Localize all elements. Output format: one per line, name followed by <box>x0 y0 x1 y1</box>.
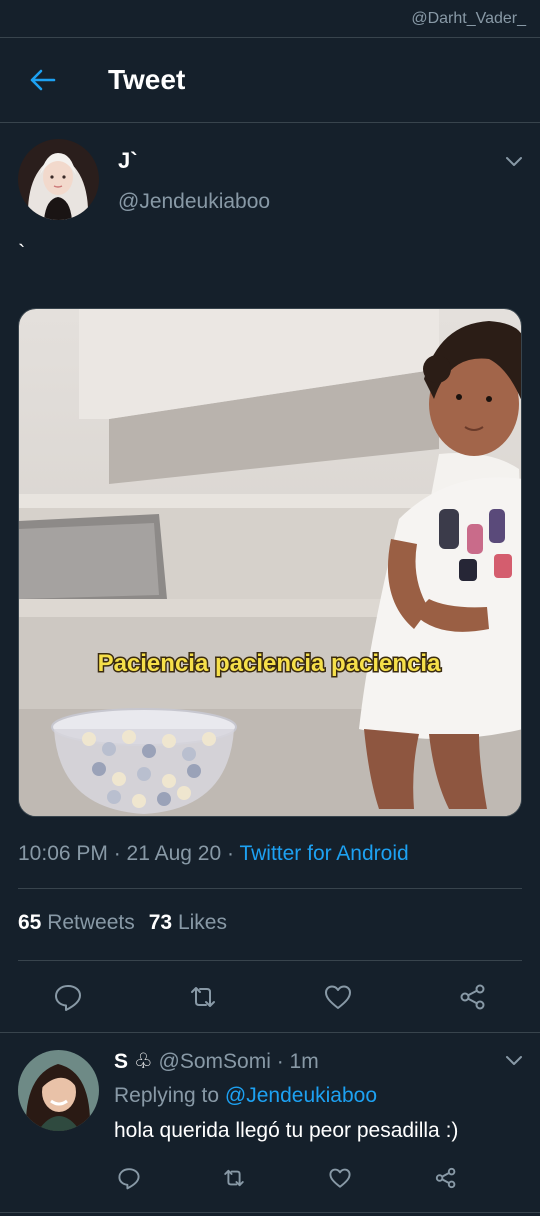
reply-author-handle[interactable]: @SomSomi <box>159 1050 271 1073</box>
reply-text: hola querida llegó tu peor pesadilla :) <box>114 1119 459 1142</box>
reply-actions <box>0 1160 540 1196</box>
replying-to-mention[interactable]: @Jendeukiaboo <box>225 1084 377 1107</box>
like-heart-icon[interactable] <box>323 982 353 1012</box>
likes-count: 73 <box>148 911 173 934</box>
back-arrow-icon[interactable] <box>28 68 56 92</box>
tweet-actions <box>0 978 540 1018</box>
author-avatar[interactable] <box>18 139 99 220</box>
author-name[interactable]: J` <box>118 148 138 174</box>
reply-icon[interactable] <box>53 982 83 1012</box>
chevron-down-icon[interactable] <box>505 156 523 168</box>
retweet-icon[interactable] <box>222 1166 246 1190</box>
tweet-image[interactable]: Paciencia paciencia paciencia <box>18 308 522 817</box>
retweet-icon[interactable] <box>188 982 218 1012</box>
divider <box>18 960 522 961</box>
likes-stat[interactable]: 73 Likes <box>149 911 227 934</box>
retweets-stat[interactable]: 65 Retweets <box>18 911 135 934</box>
divider <box>0 1032 540 1033</box>
share-icon[interactable] <box>458 982 488 1012</box>
tweet-timestamp: 10:06 PM · 21 Aug 20 · <box>18 842 240 865</box>
divider <box>0 1212 540 1213</box>
page-title: Tweet <box>108 64 186 95</box>
top-bar: Tweet <box>0 37 540 123</box>
divider <box>18 888 522 889</box>
tweet-meta: 10:06 PM · 21 Aug 20 · Twitter for Andro… <box>18 842 409 866</box>
chevron-down-icon[interactable] <box>505 1055 523 1067</box>
retweets-label: Retweets <box>47 911 135 934</box>
replying-to: Replying to @Jendeukiaboo <box>114 1084 377 1108</box>
reply-header: S ♧ @SomSomi · 1m <box>114 1050 319 1073</box>
reply-author-name[interactable]: S ♧ <box>114 1050 153 1073</box>
replying-to-label: Replying to <box>114 1084 225 1107</box>
like-heart-icon[interactable] <box>328 1166 352 1190</box>
reply-icon[interactable] <box>117 1166 141 1190</box>
watermark: @Darht_Vader_ <box>411 10 526 27</box>
reply-time: 1m <box>289 1050 319 1073</box>
reply-avatar[interactable] <box>18 1050 99 1131</box>
image-caption: Paciencia paciencia paciencia <box>98 650 442 677</box>
engagement-stats: 65 Retweets 73 Likes <box>18 911 227 935</box>
likes-label: Likes <box>177 911 227 934</box>
tweet-text: ` <box>18 240 26 265</box>
tweet-source-link[interactable]: Twitter for Android <box>239 842 408 865</box>
author-handle[interactable]: @Jendeukiaboo <box>118 190 270 214</box>
share-icon[interactable] <box>434 1166 458 1190</box>
retweets-count: 65 <box>18 911 42 934</box>
